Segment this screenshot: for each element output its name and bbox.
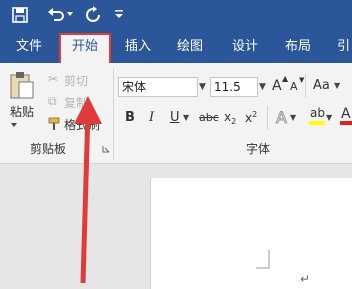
font-group-label: 字体 bbox=[246, 142, 271, 156]
shrink-font-button[interactable]: A bbox=[290, 80, 298, 93]
tab-draw[interactable]: 绘图 bbox=[177, 39, 203, 55]
group-separator bbox=[113, 68, 114, 160]
highlight-button[interactable]: ab bbox=[310, 106, 325, 120]
underline-button[interactable]: U bbox=[170, 110, 180, 125]
redo-icon[interactable] bbox=[84, 6, 102, 24]
format-painter-icon[interactable] bbox=[48, 117, 62, 131]
font-name-box[interactable]: 宋体 bbox=[118, 77, 198, 97]
document-page[interactable] bbox=[150, 178, 352, 289]
clipboard-group-label: 剪贴板 bbox=[30, 142, 67, 156]
copy-icon[interactable]: ⧉ bbox=[48, 94, 57, 109]
grow-font-button[interactable]: A bbox=[272, 78, 282, 94]
grow-font-arrow-icon: ▲ bbox=[282, 74, 289, 83]
superscript-button[interactable]: x2 bbox=[245, 110, 257, 125]
shrink-font-arrow-icon: ▼ bbox=[299, 76, 305, 84]
font-name-dropdown-icon[interactable]: ▼ bbox=[199, 77, 206, 97]
paragraph-mark-icon: ↵ bbox=[300, 272, 311, 286]
font-color-bar bbox=[340, 121, 352, 125]
undo-icon[interactable] bbox=[46, 6, 66, 24]
tab-references[interactable]: 引 bbox=[337, 39, 350, 55]
copy-button[interactable]: 复制 bbox=[64, 95, 88, 111]
change-case-button[interactable]: Aa bbox=[313, 78, 330, 93]
change-case-dropdown-icon[interactable]: ▼ bbox=[334, 81, 340, 90]
highlight-dropdown-icon[interactable]: ▼ bbox=[326, 113, 332, 122]
page-margin-corner-mark bbox=[256, 250, 270, 269]
paste-dropdown-icon[interactable] bbox=[10, 122, 18, 128]
superscript-mark: 2 bbox=[252, 110, 258, 119]
tab-design[interactable]: 设计 bbox=[232, 39, 258, 55]
font-color-button[interactable]: A bbox=[341, 106, 351, 122]
tab-layout[interactable]: 布局 bbox=[285, 39, 311, 55]
tab-insert[interactable]: 插入 bbox=[125, 39, 151, 55]
cut-icon[interactable]: ✂ bbox=[48, 72, 58, 86]
text-effects-dropdown-icon[interactable]: ▼ bbox=[290, 113, 296, 122]
paste-button[interactable]: 粘贴 bbox=[10, 104, 34, 120]
title-bar bbox=[0, 0, 352, 30]
subscript-button[interactable]: x2 bbox=[224, 110, 236, 126]
customize-quick-access-icon[interactable] bbox=[114, 9, 124, 19]
font-separator bbox=[305, 74, 306, 98]
clipboard-launcher-icon[interactable] bbox=[102, 145, 110, 153]
highlight-color-bar bbox=[309, 121, 325, 125]
subscript-mark: 2 bbox=[231, 117, 237, 126]
font-size-box[interactable]: 11.5 bbox=[210, 77, 258, 97]
tab-file[interactable]: 文件 bbox=[16, 39, 42, 55]
strikethrough-button[interactable]: abc bbox=[199, 111, 219, 124]
font-size-dropdown-icon[interactable]: ▼ bbox=[259, 77, 266, 97]
paste-icon[interactable] bbox=[9, 70, 35, 100]
underline-dropdown-icon[interactable]: ▼ bbox=[183, 113, 189, 122]
cut-button[interactable]: 剪切 bbox=[64, 73, 88, 89]
tab-home[interactable]: 开始 bbox=[59, 39, 111, 55]
italic-button[interactable]: I bbox=[149, 110, 154, 125]
text-effects-button[interactable]: A bbox=[276, 108, 288, 128]
save-icon[interactable] bbox=[12, 7, 28, 23]
undo-dropdown-icon[interactable] bbox=[66, 10, 74, 18]
font-separator-2 bbox=[267, 106, 268, 130]
format-painter-button[interactable]: 格式刷 bbox=[64, 117, 100, 133]
bold-button[interactable]: B bbox=[125, 110, 135, 125]
